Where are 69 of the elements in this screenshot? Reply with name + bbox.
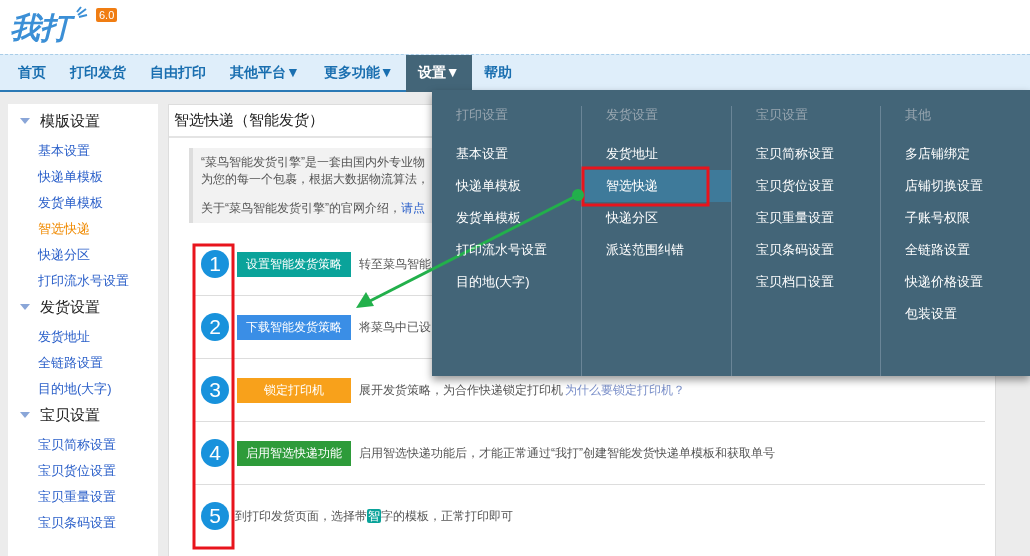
sidebar-link[interactable]: 打印流水号设置	[8, 268, 158, 294]
menu-heading: 发货设置	[604, 106, 659, 124]
menu-item[interactable]: 包装设置	[881, 298, 1030, 330]
menu-item[interactable]: 宝贝简称设置	[731, 138, 881, 170]
sidebar-link[interactable]: 基本设置	[8, 138, 158, 164]
menu-item[interactable]: 宝贝货位设置	[731, 170, 881, 202]
step-description: 转至菜鸟智能	[359, 255, 431, 273]
sidebar-link[interactable]: 全链路设置	[8, 350, 158, 376]
menu-item[interactable]: 快递分区	[581, 202, 731, 234]
step-description: 将菜鸟中已设	[359, 318, 431, 336]
sidebar-link[interactable]: 宝贝货位设置	[8, 458, 158, 484]
menu-item[interactable]: 发货单模板	[432, 202, 581, 234]
sidebar-link[interactable]: 快递单模板	[8, 164, 158, 190]
menu-item[interactable]: 快递价格设置	[881, 266, 1030, 298]
menu-heading: 宝贝设置	[754, 106, 809, 124]
step-description: 到打印发货页面，选择带智字的模板，正常打印即可	[235, 507, 513, 525]
help-link[interactable]: 为什么要锁定打印机？	[565, 381, 685, 399]
sidebar-link[interactable]: 发货地址	[8, 324, 158, 350]
step-number-badge: 5	[201, 502, 229, 530]
splash-icon	[76, 6, 88, 18]
menu-heading: 其他	[904, 106, 933, 124]
step-description: 启用智选快递功能后，才能正常通过“我打”创建智能发货快递单模板和获取单号	[359, 444, 775, 462]
collapse-triangle-icon[interactable]	[20, 304, 30, 310]
step-description: 展开发货策略，为合作快递锁定打印机	[359, 381, 563, 399]
sidebar-link[interactable]: 目的地(大字)	[8, 376, 158, 402]
menu-item[interactable]: 多店铺绑定	[881, 138, 1030, 170]
sidebar-link[interactable]: 宝贝重量设置	[8, 484, 158, 510]
menu-item[interactable]: 店铺切换设置	[881, 170, 1030, 202]
nav-tab[interactable]: 其他平台▼	[218, 55, 312, 90]
menu-item[interactable]: 全链路设置	[881, 234, 1030, 266]
sidebar-group-title: 宝贝设置	[40, 405, 100, 425]
menu-item[interactable]: 子账号权限	[881, 202, 1030, 234]
menu-item[interactable]: 基本设置	[432, 138, 581, 170]
step-button[interactable]: 设置智能发货策略	[237, 251, 351, 277]
menu-item[interactable]: 宝贝档口设置	[731, 266, 881, 298]
menu-item[interactable]: 宝贝重量设置	[731, 202, 881, 234]
menu-item[interactable]: 目的地(大字)	[432, 266, 581, 298]
menu-heading: 打印设置	[455, 106, 509, 124]
menu-item[interactable]: 快递单模板	[432, 170, 581, 202]
sidebar-link[interactable]: 快递分区	[8, 242, 158, 268]
sidebar-group-title: 模版设置	[40, 111, 100, 131]
sidebar-link[interactable]: 宝贝简称设置	[8, 432, 158, 458]
sidebar-link[interactable]: 宝贝条码设置	[8, 510, 158, 536]
nav-tab[interactable]: 设置▼	[405, 55, 472, 92]
collapse-triangle-icon[interactable]	[20, 118, 30, 124]
step-number-badge: 3	[201, 376, 229, 404]
menu-item[interactable]: 发货地址	[581, 138, 731, 170]
sidebar-link[interactable]: 发货单模板	[8, 190, 158, 216]
step-number-badge: 4	[201, 439, 229, 467]
intro-text: “菜鸟智能发货引擎”是一套由国内外专业物	[201, 154, 425, 171]
nav-tab[interactable]: 自由打印	[138, 55, 218, 90]
logo-text: 我打	[8, 8, 76, 48]
collapse-triangle-icon[interactable]	[20, 412, 30, 418]
sidebar-group-title: 发货设置	[40, 297, 100, 317]
nav-tab[interactable]: 帮助	[471, 55, 524, 90]
nav-tab[interactable]: 更多功能▼	[311, 55, 406, 90]
version-badge: 6.0	[96, 8, 118, 22]
menu-item[interactable]: 宝贝条码设置	[731, 234, 881, 266]
step-number-badge: 2	[201, 313, 229, 341]
menu-item[interactable]: 打印流水号设置	[432, 234, 581, 266]
intro-link[interactable]: 请点	[401, 201, 425, 215]
intro-text: 为您的每一个包裹，根据大数据物流算法，	[201, 171, 429, 188]
nav-tab[interactable]: 打印发货	[58, 55, 138, 90]
menu-item[interactable]: 派送范围纠错	[581, 234, 731, 266]
step-number-badge: 1	[201, 250, 229, 278]
step-button[interactable]: 下载智能发货策略	[237, 314, 351, 340]
intro-text: 关于“菜鸟智能发货引擎”的官网介绍，	[201, 201, 401, 215]
nav-tab[interactable]: 首页	[6, 55, 58, 90]
step-button[interactable]: 启用智选快递功能	[237, 440, 351, 466]
